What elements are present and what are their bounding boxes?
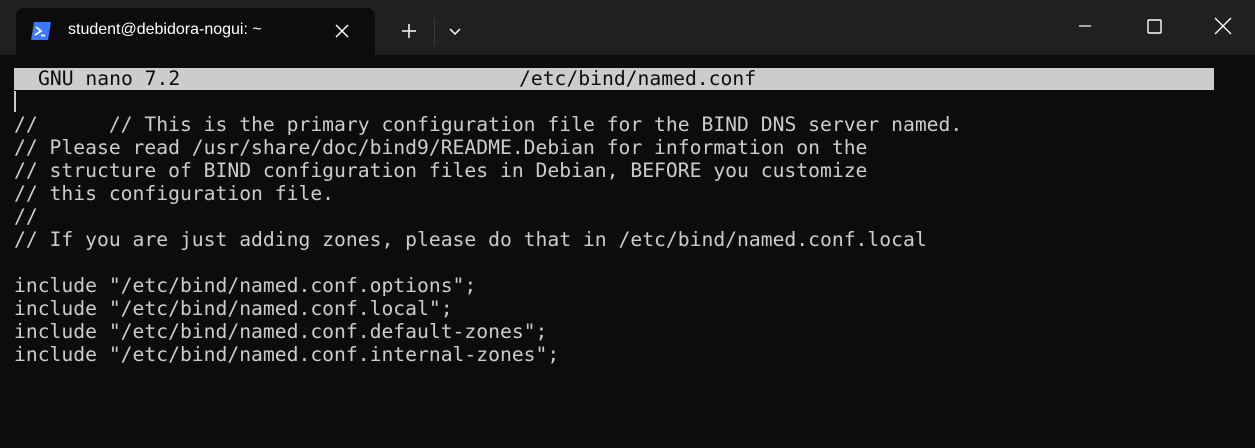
nano-header: GNU nano 7.2 /etc/bind/named.conf (14, 68, 1214, 90)
line-text: // (14, 205, 38, 228)
editor-line[interactable]: include "/etc/bind/named.conf.default-zo… (14, 320, 1241, 343)
line-text: // If you are just adding zones, please … (14, 228, 927, 251)
tab-divider (434, 18, 435, 46)
nano-filename: /etc/bind/named.conf (519, 67, 757, 90)
tab-title: student@debidora-nogui: ~ (68, 21, 262, 38)
chevron-down-icon[interactable] (443, 18, 467, 44)
editor-line[interactable]: // Please read /usr/share/doc/bind9/READ… (14, 136, 1241, 159)
editor-line[interactable]: include "/etc/bind/named.conf.options"; (14, 274, 1241, 297)
editor-buffer[interactable]: // This is the primary configuration fil… (14, 90, 1241, 366)
nano-version: GNU nano 7.2 (38, 67, 181, 90)
line-text: include "/etc/bind/named.conf.options"; (14, 274, 477, 297)
line-text: // This is the primary configuration fil… (108, 113, 963, 136)
close-icon[interactable] (1200, 8, 1246, 44)
line-text: include "/etc/bind/named.conf.local"; (14, 297, 453, 320)
plus-icon[interactable] (396, 18, 422, 44)
editor-line[interactable] (14, 251, 1241, 274)
terminal-content[interactable]: GNU nano 7.2 /etc/bind/named.conf // Thi… (14, 68, 1241, 440)
maximize-icon[interactable] (1131, 8, 1177, 44)
editor-line[interactable]: // This is the primary configuration fil… (14, 90, 1241, 136)
editor-line[interactable]: // this configuration file. (14, 182, 1241, 205)
terminal-window: student@debidora-nogui: ~ GNU nano 7.2 /… (0, 0, 1255, 448)
line-text: // structure of BIND configuration files… (14, 159, 868, 182)
editor-line[interactable]: // If you are just adding zones, please … (14, 228, 1241, 251)
text-cursor (14, 91, 16, 112)
editor-line[interactable]: // structure of BIND configuration files… (14, 159, 1241, 182)
close-tab-icon[interactable] (332, 21, 352, 41)
title-bar[interactable]: student@debidora-nogui: ~ (0, 0, 1255, 55)
editor-line[interactable]: include "/etc/bind/named.conf.local"; (14, 297, 1241, 320)
powershell-icon (31, 22, 51, 40)
line-text: // Please read /usr/share/doc/bind9/READ… (14, 136, 868, 159)
terminal-tab[interactable]: student@debidora-nogui: ~ (16, 8, 375, 55)
editor-line[interactable]: // (14, 205, 1241, 228)
line-text: include "/etc/bind/named.conf.internal-z… (14, 343, 560, 366)
line-text: // this configuration file. (14, 182, 335, 205)
minimize-icon[interactable] (1062, 8, 1108, 44)
line-text: include "/etc/bind/named.conf.default-zo… (14, 320, 548, 343)
editor-line[interactable]: include "/etc/bind/named.conf.internal-z… (14, 343, 1241, 366)
